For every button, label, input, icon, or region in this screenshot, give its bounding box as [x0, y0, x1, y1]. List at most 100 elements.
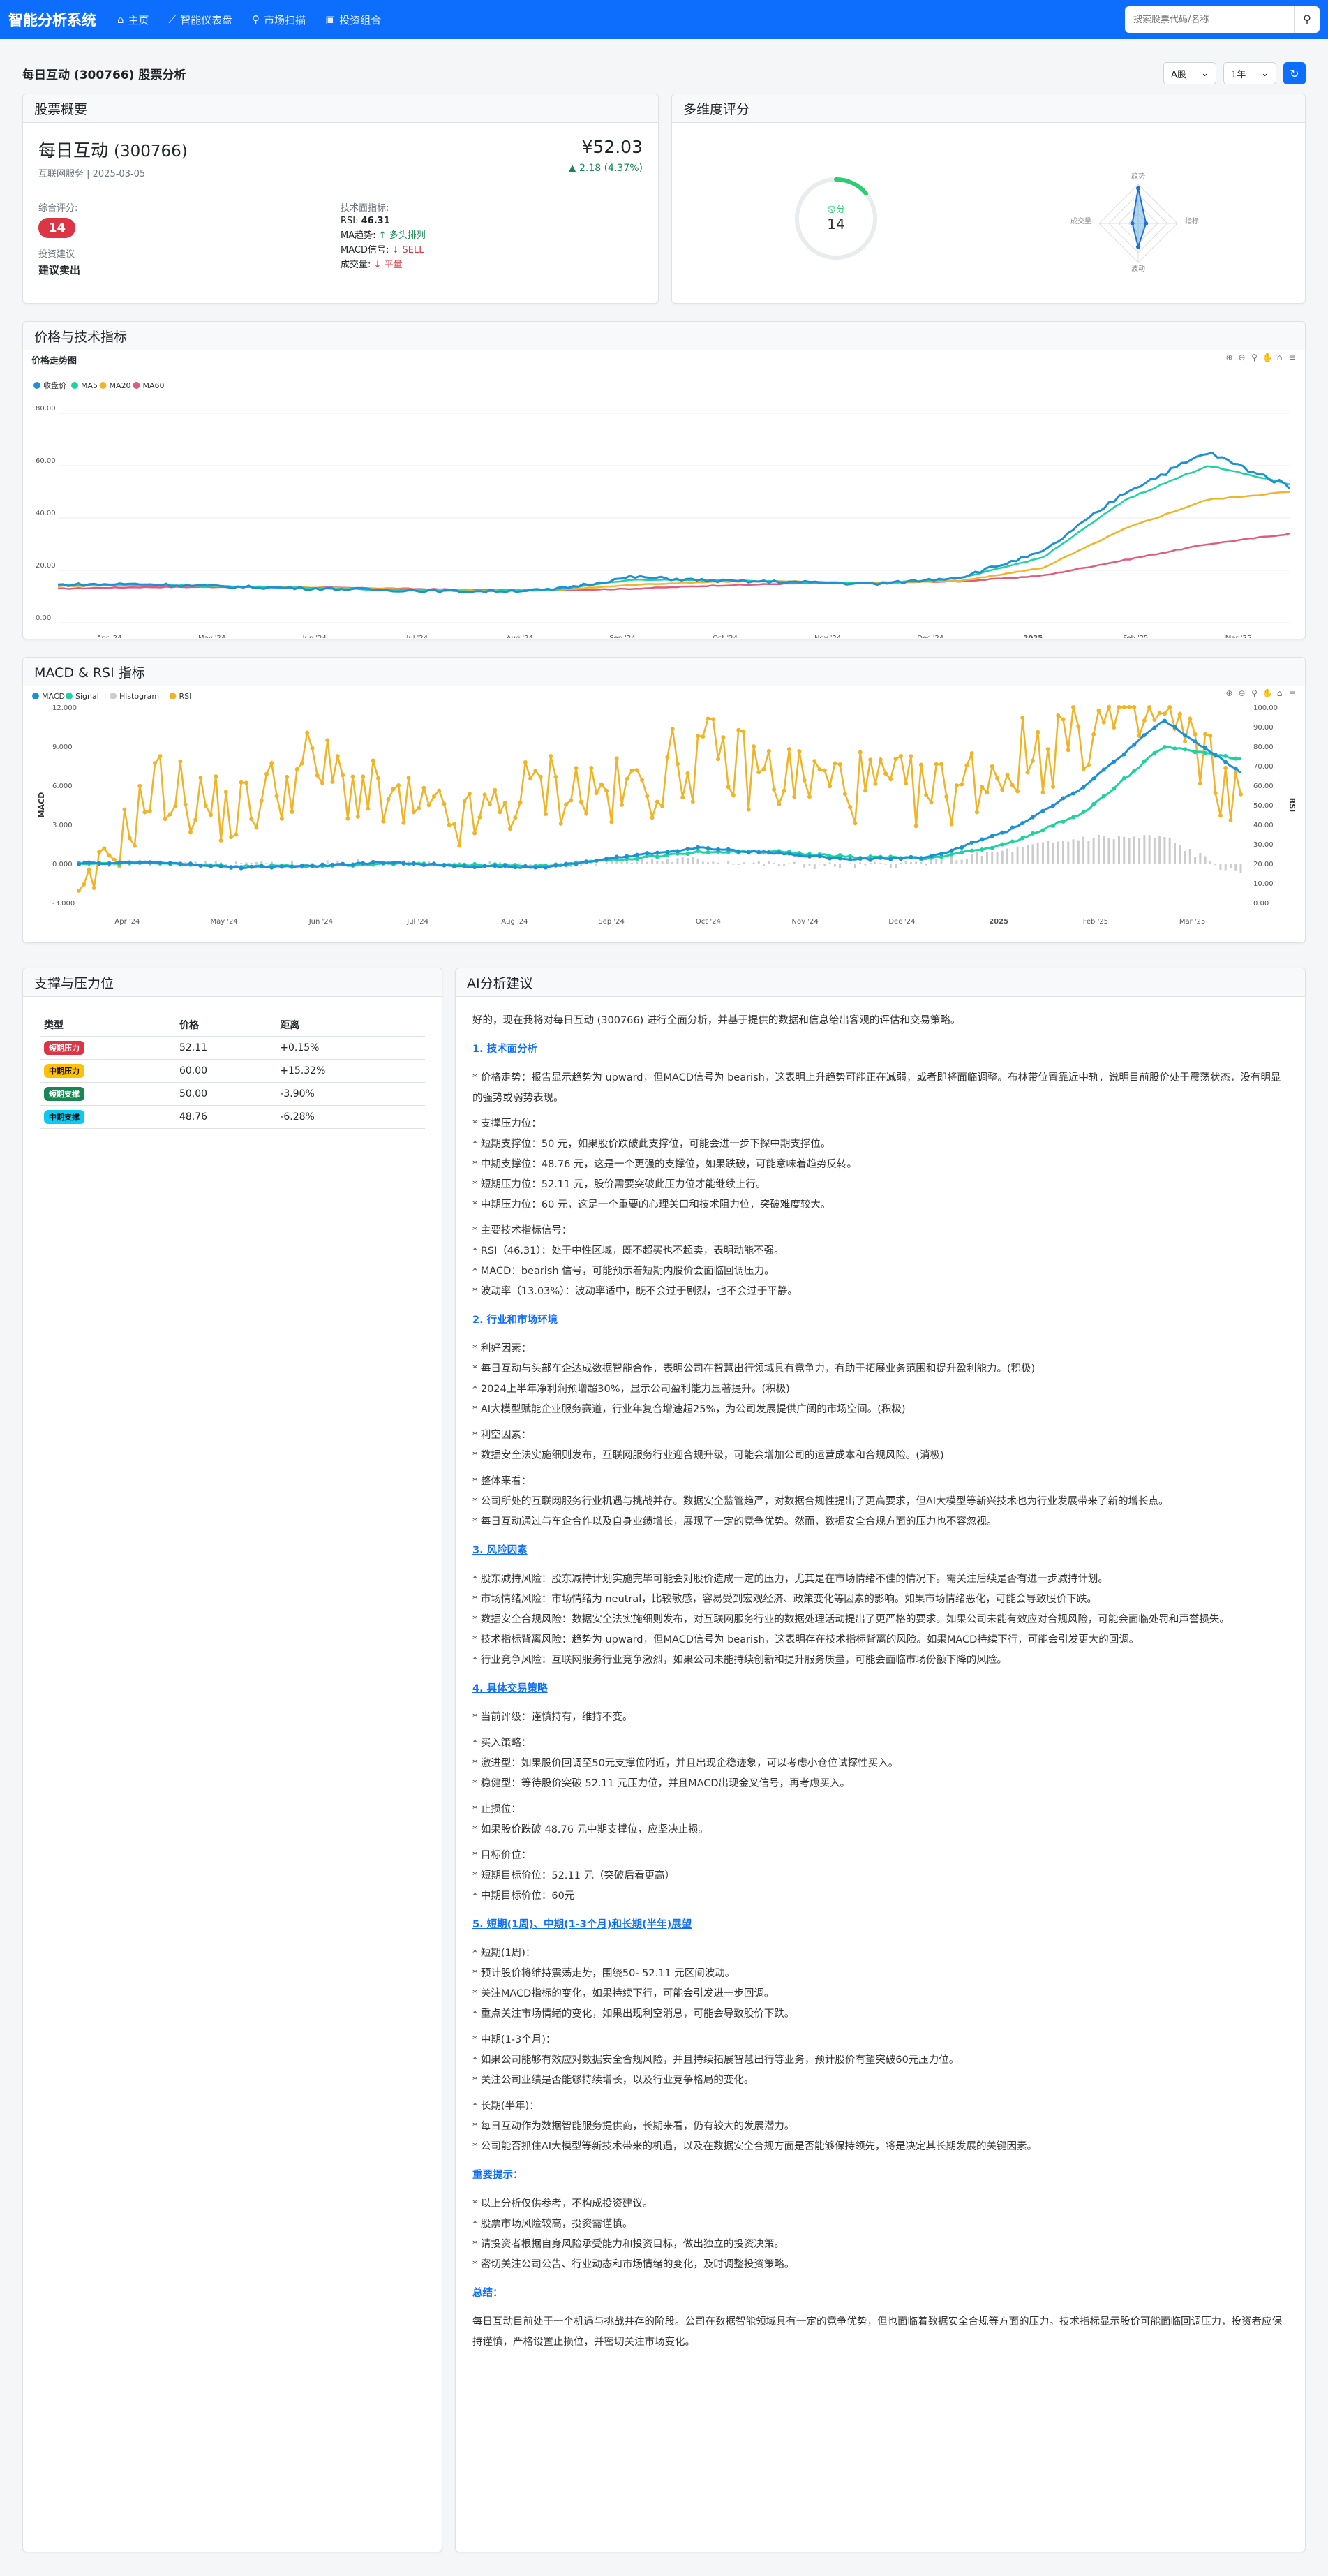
histogram-bar: [701, 861, 704, 864]
series-point-MACD: [786, 851, 791, 856]
refresh-button[interactable]: ↻: [1283, 62, 1306, 84]
pan-icon[interactable]: ✋: [1262, 689, 1273, 698]
nav-home[interactable]: ⌂ 主页: [117, 13, 149, 27]
rsi-point: [964, 763, 969, 768]
menu-icon[interactable]: ≡: [1288, 689, 1297, 698]
stock-price: ¥52.03: [581, 137, 643, 157]
brand[interactable]: 智能分析系统: [8, 9, 96, 30]
legend-label: 收盘价: [43, 380, 66, 390]
series-point-Signal: [1101, 794, 1106, 799]
legend-item[interactable]: MA60: [133, 381, 165, 390]
rsi-point: [406, 776, 411, 780]
histogram-bar: [768, 861, 770, 864]
histogram-bar: [1021, 846, 1024, 864]
search-button[interactable]: ⚲: [1294, 6, 1320, 33]
rsi-point: [330, 779, 335, 784]
nav-dashboard[interactable]: ⟋ 智能仪表盘: [169, 13, 233, 27]
histogram-bar: [1188, 848, 1191, 864]
series-point-MACD: [594, 858, 599, 863]
histogram-bar: [1229, 864, 1232, 868]
series-point-MACD: [969, 840, 974, 845]
histogram-bar: [935, 859, 938, 864]
search-form: ⚲: [1125, 6, 1320, 33]
series-point-Signal: [1183, 747, 1188, 752]
nav-portfolio[interactable]: ▣ 投资组合: [325, 13, 381, 27]
series-point-Signal: [685, 852, 690, 857]
legend-item[interactable]: MA5: [71, 381, 98, 390]
rsi-point: [1239, 792, 1243, 797]
pan-icon[interactable]: ✋: [1262, 353, 1273, 362]
rsi-point: [888, 777, 893, 782]
rsi-point: [690, 799, 695, 804]
period-select[interactable]: 1年 ⌄: [1223, 62, 1276, 84]
series-point-Signal: [634, 857, 639, 861]
series-point-MACD: [502, 864, 507, 868]
rsi-point: [1203, 732, 1208, 736]
legend-item[interactable]: 收盘价: [33, 380, 66, 390]
series-point-MACD: [980, 837, 985, 842]
ai-paragraph: * RSI（46.31）：处于中性区域，既不超买也不超卖，表明动能不强。: [472, 1245, 784, 1257]
legend-item[interactable]: MACD: [32, 692, 65, 701]
rsi-point: [147, 808, 152, 813]
rsi-point: [716, 757, 721, 762]
home-icon[interactable]: ⌂: [1275, 689, 1284, 698]
histogram-bar: [265, 863, 268, 864]
search-input[interactable]: [1125, 6, 1294, 33]
rsi-point: [345, 816, 350, 821]
menu-icon[interactable]: ≡: [1288, 353, 1297, 362]
rsi-point: [457, 843, 462, 848]
gauge-value: 14: [827, 216, 844, 232]
x-tick-label: Oct '24: [713, 635, 738, 638]
histogram-bar: [960, 859, 963, 864]
nav-market-scan[interactable]: ⚲ 市场扫描: [252, 13, 306, 27]
histogram-bar: [828, 862, 831, 864]
ai-paragraph: * 技术指标背离风险：趋势为 upward，但MACD信号为 bearish，这…: [472, 1634, 1140, 1645]
legend-marker: [32, 693, 39, 699]
legend-item[interactable]: MA20: [99, 381, 131, 390]
market-select[interactable]: A股 ⌄: [1163, 62, 1216, 84]
ai-paragraph: * 股票市场风险较高，投资需谨慎。: [472, 2219, 633, 2230]
series-point-MACD: [513, 865, 518, 870]
legend-item[interactable]: Histogram: [110, 692, 159, 701]
rsi-point: [710, 717, 715, 722]
rsi-point: [91, 886, 96, 891]
overview-card: 股票概要 每日互动 (300766) 互联网服务 | 2025-03-05 ¥5…: [22, 94, 659, 304]
score-label: 综合评分:: [38, 203, 78, 214]
series-point-MACD: [229, 865, 234, 870]
rsi-point: [1071, 705, 1076, 709]
ai-paragraph: * 主要技术指标信号：: [472, 1225, 572, 1236]
rsi-point: [1152, 718, 1157, 723]
rsi-point: [1183, 739, 1188, 743]
series-point-MACD: [290, 864, 294, 869]
zoom-out-icon[interactable]: ⊖: [1237, 689, 1246, 698]
series-point-MACD: [97, 861, 102, 866]
y-tick-label: 12.000: [52, 704, 77, 712]
ai-paragraph: * 利空因素：: [472, 1430, 532, 1441]
series-line-MA5: [57, 465, 1290, 593]
zoom-in-icon[interactable]: ⊕: [1225, 353, 1234, 362]
card-header: AI分析建议: [456, 968, 1305, 997]
zoom-select-icon[interactable]: ⚲: [1250, 353, 1259, 362]
histogram-bar: [1107, 838, 1110, 864]
zoom-in-icon[interactable]: ⊕: [1225, 689, 1234, 698]
rsi-point: [1223, 766, 1228, 771]
rsi-point: [254, 825, 259, 830]
legend-item[interactable]: RSI: [169, 692, 192, 701]
zoom-select-icon[interactable]: ⚲: [1250, 689, 1259, 698]
legend-item[interactable]: Signal: [66, 692, 99, 701]
rsi-point: [153, 761, 158, 766]
zoom-out-icon[interactable]: ⊖: [1237, 353, 1246, 362]
home-icon[interactable]: ⌂: [1275, 353, 1284, 362]
rsi-point: [990, 764, 994, 769]
rsi-point: [1157, 711, 1162, 716]
series-point-MACD: [909, 854, 913, 859]
series-point-MACD: [634, 852, 639, 857]
histogram-bar: [971, 854, 973, 864]
series-point-MACD: [371, 859, 375, 864]
rsi-point: [797, 749, 802, 754]
series-point-Signal: [1091, 801, 1096, 806]
histogram-bar: [595, 864, 598, 866]
rsi-point: [218, 838, 223, 843]
rsi-point: [782, 788, 786, 793]
series-point-MACD: [665, 850, 670, 854]
